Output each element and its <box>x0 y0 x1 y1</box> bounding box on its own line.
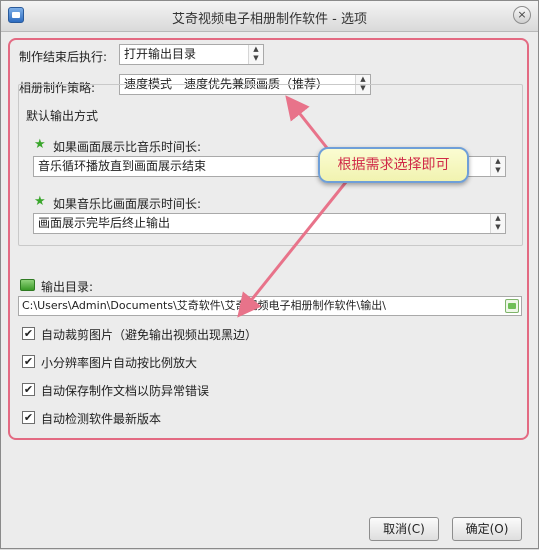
annotation-callout: 根据需求选择即可 <box>318 147 469 183</box>
options-dialog: 艾奇视频电子相册制作软件 - 选项 × 制作结束后执行: 打开输出目录 ▲ ▼ 相… <box>0 0 539 549</box>
cancel-button[interactable]: 取消(C) <box>369 517 439 541</box>
ok-button[interactable]: 确定(O) <box>452 517 522 541</box>
arrow-to-path <box>237 181 348 318</box>
annotation-arrows <box>237 95 348 318</box>
arrow-to-strategy <box>285 95 333 154</box>
